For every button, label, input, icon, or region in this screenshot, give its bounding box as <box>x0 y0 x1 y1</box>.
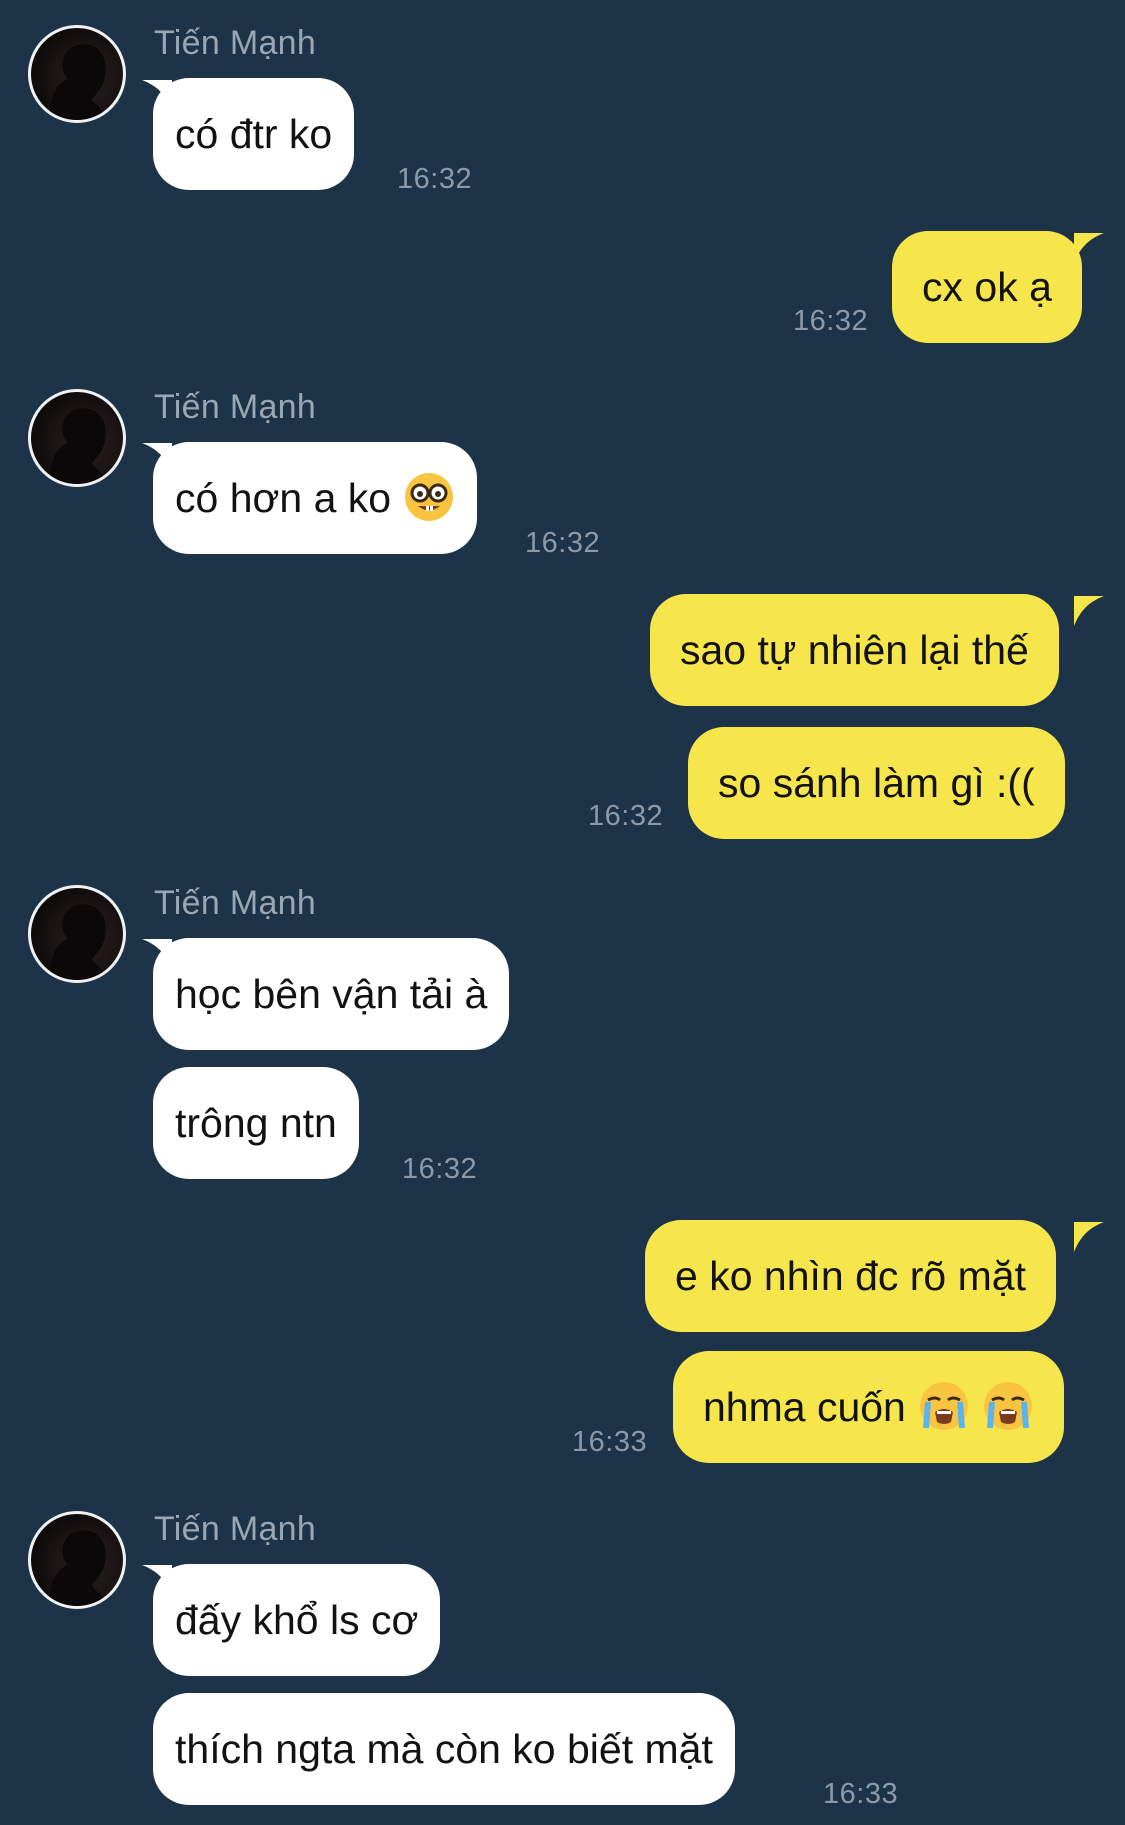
sender-name: Tiến Mạnh <box>154 24 317 62</box>
loudly-crying-face-emoji <box>918 1380 970 1432</box>
message-text: trông ntn <box>175 1100 337 1146</box>
message-text: có hơn a ko <box>175 475 392 521</box>
timestamp: 16:33 <box>572 1426 648 1458</box>
sender-name: Tiến Mạnh <box>154 1510 317 1548</box>
nerd-face-emoji <box>403 471 455 523</box>
avatar[interactable] <box>28 25 126 123</box>
message-bubble-incoming[interactable]: đấy khổ ls cơ <box>153 1564 441 1676</box>
message-bubble-outgoing[interactable]: so sánh làm gì :(( <box>688 727 1065 839</box>
message-bubble-outgoing[interactable]: nhma cuốn <box>673 1351 1064 1463</box>
sender-name: Tiến Mạnh <box>154 884 317 922</box>
message-text: sao tự nhiên lại thế <box>680 627 1029 673</box>
bubble-tail <box>1074 596 1104 626</box>
message-bubble-incoming[interactable]: thích ngta mà còn ko biết mặt <box>153 1693 735 1805</box>
timestamp: 16:33 <box>823 1778 899 1810</box>
timestamp: 16:32 <box>588 800 664 832</box>
message-bubble-incoming[interactable]: có hơn a ko <box>153 442 478 554</box>
timestamp: 16:32 <box>793 305 869 337</box>
timestamp: 16:32 <box>402 1153 478 1185</box>
message-text: đấy khổ ls cơ <box>175 1597 419 1643</box>
message-text: nhma cuốn <box>703 1384 906 1430</box>
message-bubble-outgoing[interactable]: cx ok ạ <box>892 231 1082 343</box>
message-text: cx ok ạ <box>922 264 1052 310</box>
avatar[interactable] <box>28 389 126 487</box>
timestamp: 16:32 <box>525 527 601 559</box>
timestamp: 16:32 <box>397 163 473 195</box>
message-text: có đtr ko <box>175 111 333 157</box>
message-text: học bên vận tải à <box>175 971 488 1017</box>
message-bubble-outgoing[interactable]: sao tự nhiên lại thế <box>650 594 1059 706</box>
bubble-tail <box>1074 1222 1104 1252</box>
message-text: thích ngta mà còn ko biết mặt <box>175 1726 713 1772</box>
loudly-crying-face-emoji <box>982 1380 1034 1432</box>
message-bubble-incoming[interactable]: trông ntn <box>153 1067 359 1179</box>
sender-name: Tiến Mạnh <box>154 388 317 426</box>
message-bubble-incoming[interactable]: có đtr ko <box>153 78 355 190</box>
message-bubble-outgoing[interactable]: e ko nhìn đc rõ mặt <box>645 1220 1056 1332</box>
message-text: e ko nhìn đc rõ mặt <box>675 1253 1026 1299</box>
avatar[interactable] <box>28 885 126 983</box>
avatar[interactable] <box>28 1511 126 1609</box>
chat-thread[interactable]: Tiến Mạnh có đtr ko 16:32 cx ok ạ 16:32 … <box>0 0 1125 1825</box>
message-text: so sánh làm gì :(( <box>718 760 1035 806</box>
message-bubble-incoming[interactable]: học bên vận tải à <box>153 938 510 1050</box>
